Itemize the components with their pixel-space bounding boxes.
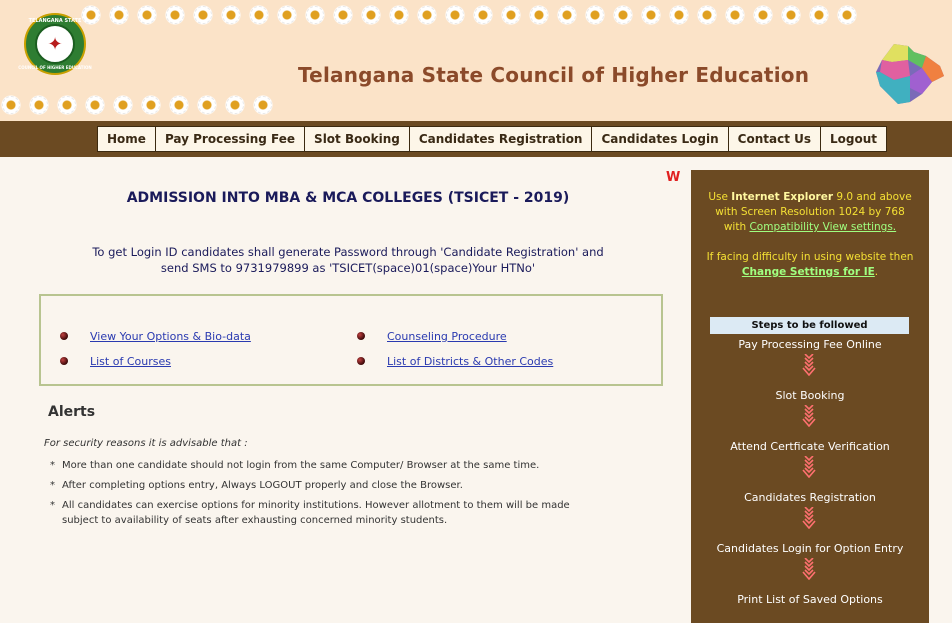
use-text: Use — [708, 191, 728, 203]
alerts-list: More than one candidate should not login… — [48, 458, 608, 533]
alert-item: More than one candidate should not login… — [48, 458, 608, 473]
quick-links-box: View Your Options & Bio-data List of Cou… — [39, 294, 663, 386]
login-instructions-line2: send SMS to 9731979899 as 'TSICET(space)… — [160, 261, 536, 275]
nav-contact-us[interactable]: Contact Us — [727, 126, 821, 152]
nav-pay-processing-fee[interactable]: Pay Processing Fee — [154, 126, 306, 152]
down-arrow-icon — [802, 405, 816, 427]
logo-text-top: TELANGANA STATE — [28, 18, 82, 24]
step-print-saved-options: Print List of Saved Options — [737, 593, 883, 606]
change-settings-ie-link[interactable]: Change Settings for IE — [742, 266, 875, 278]
bullet-icon — [357, 332, 365, 340]
nav-menu: Home Pay Processing Fee Slot Booking Can… — [97, 126, 888, 152]
period-text: . — [874, 266, 879, 278]
alert-item: All candidates can exercise options for … — [48, 498, 608, 528]
login-instructions-line1: To get Login ID candidates shall generat… — [92, 245, 604, 259]
nav-home[interactable]: Home — [97, 126, 156, 152]
link-list-of-courses[interactable]: List of Courses — [90, 355, 171, 368]
link-counseling-procedure[interactable]: Counseling Procedure — [387, 330, 507, 343]
with-text: with — [723, 221, 747, 233]
down-arrow-icon — [802, 354, 816, 376]
resolution-text: with Screen Resolution 1024 by 768 — [715, 206, 905, 218]
telangana-map-icon — [876, 44, 944, 104]
nav-candidates-login[interactable]: Candidates Login — [591, 126, 729, 152]
step-certificate-verification: Attend Certficate Verification — [730, 440, 890, 453]
down-arrow-icon — [802, 558, 816, 580]
alerts-heading: Alerts — [48, 404, 96, 420]
nav-candidates-registration[interactable]: Candidates Registration — [408, 126, 593, 152]
site-header: TELANGANA STATE ✦ COUNCIL OF HIGHER EDUC… — [0, 0, 952, 121]
alert-item: After completing options entry, Always L… — [48, 478, 608, 493]
down-arrow-icon — [802, 507, 816, 529]
link-view-options[interactable]: View Your Options & Bio-data — [90, 330, 251, 343]
bullet-icon — [357, 357, 365, 365]
browser-version: 9.0 and above — [836, 191, 912, 203]
login-instructions: To get Login ID candidates shall generat… — [40, 244, 656, 276]
steps-header: Steps to be followed — [710, 317, 909, 334]
logo-text-bottom: COUNCIL OF HIGHER EDUCATION — [18, 65, 92, 70]
bullet-icon — [60, 357, 68, 365]
link-districts-codes[interactable]: List of Districts & Other Codes — [387, 355, 553, 368]
scrolling-marquee-text: W — [666, 170, 681, 185]
browser-name: Internet Explorer — [731, 191, 834, 203]
step-candidates-registration: Candidates Registration — [744, 491, 876, 504]
page-title: ADMISSION INTO MBA & MCA COLLEGES (TSICE… — [126, 190, 570, 206]
tschc-logo: TELANGANA STATE ✦ COUNCIL OF HIGHER EDUC… — [18, 13, 92, 75]
bullet-icon — [60, 332, 68, 340]
compatibility-view-link[interactable]: Compatibility View settings. — [749, 221, 896, 233]
flower-border-top — [80, 4, 858, 26]
step-candidates-login: Candidates Login for Option Entry — [716, 542, 904, 555]
browser-requirements: Use Internet Explorer 9.0 and above with… — [691, 190, 929, 280]
nav-logout[interactable]: Logout — [820, 126, 888, 152]
down-arrow-icon — [802, 456, 816, 478]
alerts-intro: For security reasons it is advisable tha… — [44, 438, 248, 449]
flower-border-bottom — [0, 94, 274, 116]
difficulty-text: If facing difficulty in using website th… — [706, 251, 914, 263]
nav-slot-booking[interactable]: Slot Booking — [304, 126, 410, 152]
step-slot-booking: Slot Booking — [775, 389, 845, 402]
step-pay-processing-fee: Pay Processing Fee Online — [738, 338, 882, 351]
site-title: Telangana State Council of Higher Educat… — [298, 63, 810, 87]
main-navbar: Home Pay Processing Fee Slot Booking Can… — [0, 121, 952, 157]
right-sidebar: Use Internet Explorer 9.0 and above with… — [691, 170, 929, 623]
